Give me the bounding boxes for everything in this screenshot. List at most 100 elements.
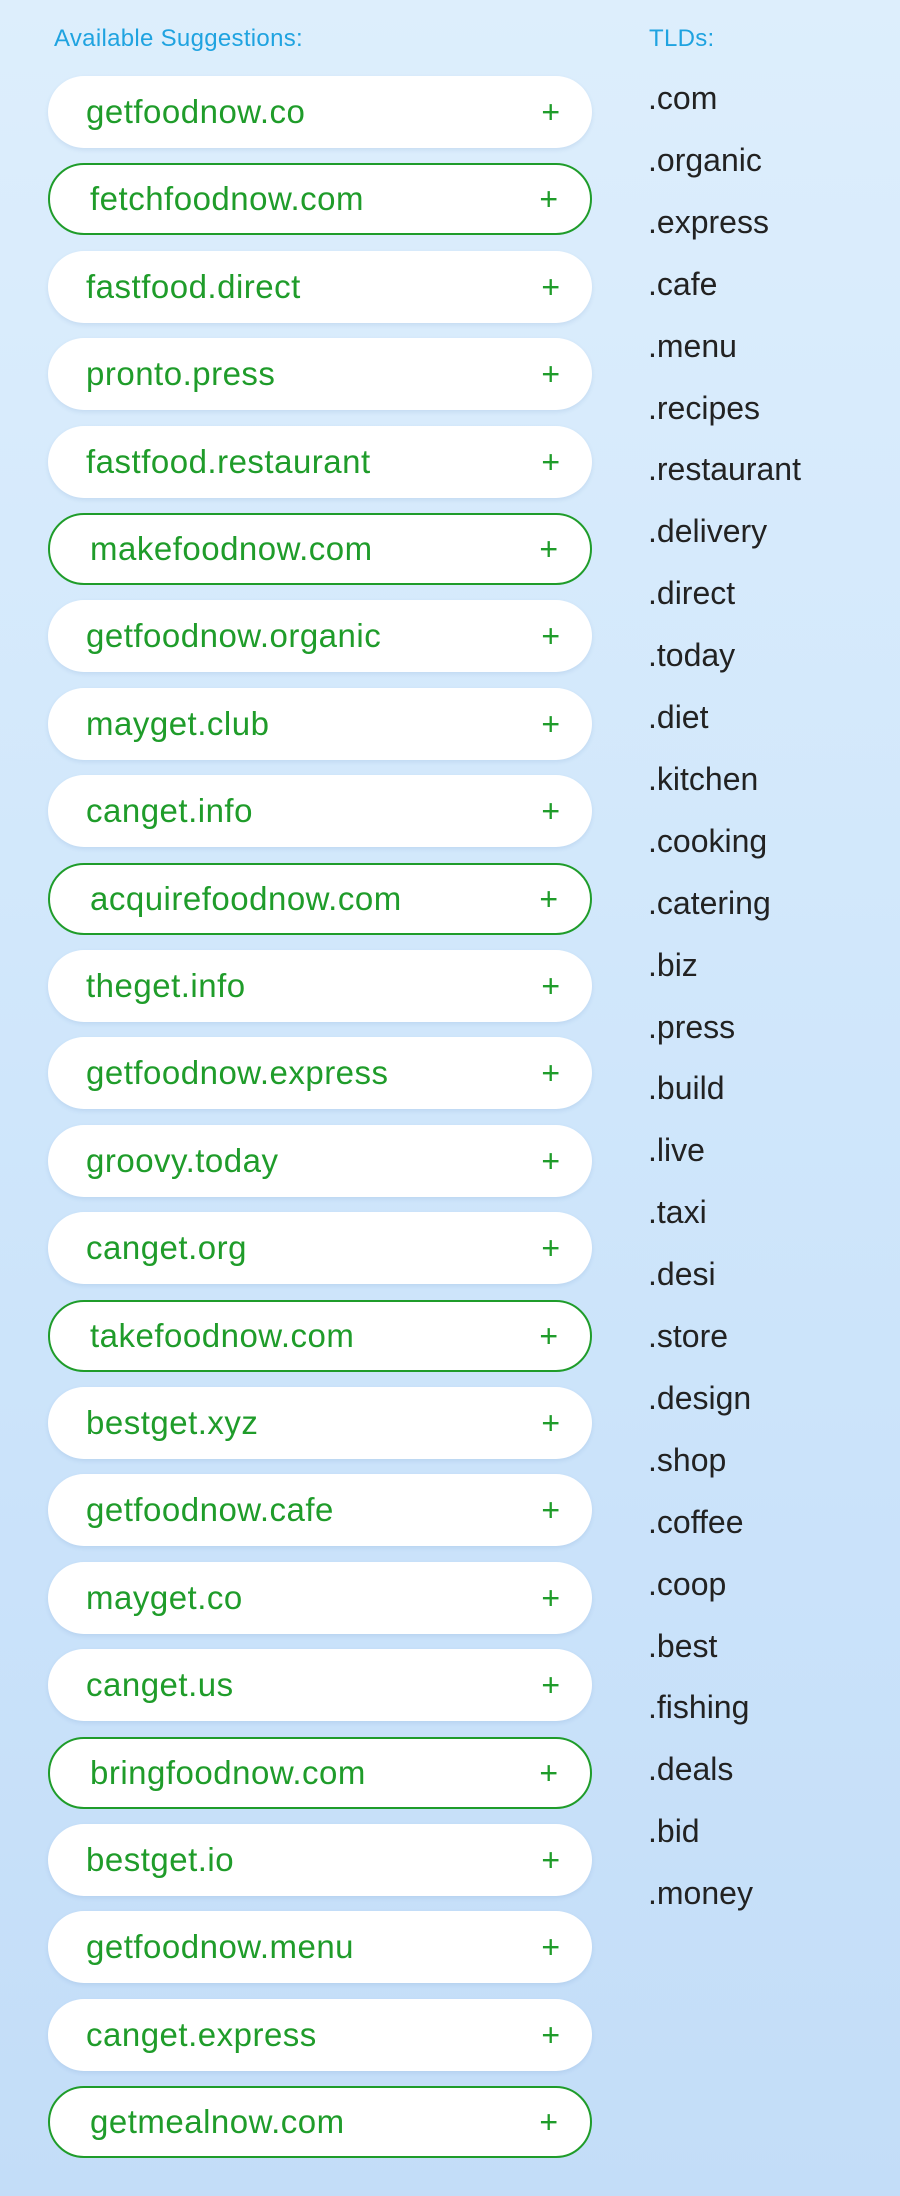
add-icon[interactable]: + bbox=[541, 1931, 560, 1963]
suggestion-label: theget.info bbox=[86, 967, 246, 1004]
add-icon[interactable]: + bbox=[541, 1669, 560, 1701]
add-icon[interactable]: + bbox=[541, 446, 560, 478]
add-icon[interactable]: + bbox=[541, 1844, 560, 1876]
tld-item[interactable]: .express bbox=[648, 204, 769, 241]
suggestion-item[interactable]: fetchfoodnow.com + bbox=[48, 163, 592, 235]
tlds-header: TLDs: bbox=[649, 25, 715, 52]
add-icon[interactable]: + bbox=[541, 2019, 560, 2051]
add-icon[interactable]: + bbox=[541, 1582, 560, 1614]
suggestion-item[interactable]: theget.info + bbox=[48, 950, 592, 1022]
add-icon[interactable]: + bbox=[541, 96, 560, 128]
suggestion-label: pronto.press bbox=[86, 355, 276, 392]
add-icon[interactable]: + bbox=[539, 183, 558, 215]
suggestion-label: canget.org bbox=[86, 1229, 247, 1266]
add-icon[interactable]: + bbox=[539, 1320, 558, 1352]
suggestion-label: makefoodnow.com bbox=[90, 530, 373, 567]
suggestion-item[interactable]: getfoodnow.menu + bbox=[48, 1911, 592, 1983]
suggestion-label: bringfoodnow.com bbox=[90, 1754, 366, 1791]
tld-item[interactable]: .cooking bbox=[648, 823, 767, 860]
tld-item[interactable]: .today bbox=[648, 637, 735, 674]
suggestion-item[interactable]: bringfoodnow.com + bbox=[48, 1737, 592, 1809]
suggestion-item[interactable]: getfoodnow.express + bbox=[48, 1037, 592, 1109]
suggestion-label: fastfood.restaurant bbox=[86, 443, 371, 480]
tld-item[interactable]: .coffee bbox=[648, 1504, 743, 1541]
tld-item[interactable]: .desi bbox=[648, 1256, 716, 1293]
suggestion-item[interactable]: takefoodnow.com + bbox=[48, 1300, 592, 1372]
add-icon[interactable]: + bbox=[541, 795, 560, 827]
add-icon[interactable]: + bbox=[539, 1757, 558, 1789]
tld-item[interactable]: .coop bbox=[648, 1566, 726, 1603]
add-icon[interactable]: + bbox=[541, 1145, 560, 1177]
tld-item[interactable]: .recipes bbox=[648, 390, 760, 427]
suggestion-item[interactable]: pronto.press + bbox=[48, 338, 592, 410]
suggestion-label: getmealnow.com bbox=[90, 2103, 345, 2140]
add-icon[interactable]: + bbox=[541, 358, 560, 390]
tld-item[interactable]: .press bbox=[648, 1009, 735, 1046]
tld-item[interactable]: .fishing bbox=[648, 1689, 749, 1726]
suggestion-item[interactable]: mayget.co + bbox=[48, 1562, 592, 1634]
suggestion-item[interactable]: bestget.xyz + bbox=[48, 1387, 592, 1459]
tld-item[interactable]: .com bbox=[648, 80, 717, 117]
suggestion-item[interactable]: groovy.today + bbox=[48, 1125, 592, 1197]
tld-item[interactable]: .organic bbox=[648, 142, 762, 179]
suggestion-label: getfoodnow.express bbox=[86, 1054, 389, 1091]
add-icon[interactable]: + bbox=[541, 1232, 560, 1264]
tld-item[interactable]: .bid bbox=[648, 1813, 700, 1850]
suggestions-header: Available Suggestions: bbox=[54, 25, 303, 52]
tld-item[interactable]: .delivery bbox=[648, 513, 767, 550]
add-icon[interactable]: + bbox=[541, 970, 560, 1002]
tld-item[interactable]: .direct bbox=[648, 575, 735, 612]
suggestion-label: bestget.xyz bbox=[86, 1404, 259, 1441]
add-icon[interactable]: + bbox=[539, 883, 558, 915]
suggestion-label: mayget.club bbox=[86, 705, 270, 742]
suggestion-label: getfoodnow.menu bbox=[86, 1928, 355, 1965]
add-icon[interactable]: + bbox=[539, 2106, 558, 2138]
tld-item[interactable]: .restaurant bbox=[648, 451, 801, 488]
suggestion-label: acquirefoodnow.com bbox=[90, 880, 402, 917]
tld-item[interactable]: .build bbox=[648, 1070, 725, 1107]
add-icon[interactable]: + bbox=[541, 1494, 560, 1526]
add-icon[interactable]: + bbox=[541, 620, 560, 652]
suggestion-label: groovy.today bbox=[86, 1142, 279, 1179]
add-icon[interactable]: + bbox=[541, 1407, 560, 1439]
suggestion-item[interactable]: canget.express + bbox=[48, 1999, 592, 2071]
tld-item[interactable]: .menu bbox=[648, 328, 737, 365]
tld-item[interactable]: .best bbox=[648, 1628, 717, 1665]
suggestion-item[interactable]: acquirefoodnow.com + bbox=[48, 863, 592, 935]
suggestion-item[interactable]: canget.org + bbox=[48, 1212, 592, 1284]
suggestion-item[interactable]: canget.info + bbox=[48, 775, 592, 847]
suggestion-item[interactable]: getfoodnow.organic + bbox=[48, 600, 592, 672]
suggestion-label: canget.us bbox=[86, 1666, 234, 1703]
suggestion-item[interactable]: getfoodnow.co + bbox=[48, 76, 592, 148]
tld-item[interactable]: .cafe bbox=[648, 266, 717, 303]
suggestion-label: getfoodnow.cafe bbox=[86, 1491, 334, 1528]
add-icon[interactable]: + bbox=[541, 271, 560, 303]
tld-item[interactable]: .live bbox=[648, 1132, 705, 1169]
add-icon[interactable]: + bbox=[541, 708, 560, 740]
tld-item[interactable]: .design bbox=[648, 1380, 751, 1417]
suggestion-item[interactable]: mayget.club + bbox=[48, 688, 592, 760]
tld-item[interactable]: .money bbox=[648, 1875, 753, 1912]
suggestion-item[interactable]: fastfood.direct + bbox=[48, 251, 592, 323]
suggestion-label: getfoodnow.co bbox=[86, 93, 306, 130]
suggestion-item[interactable]: canget.us + bbox=[48, 1649, 592, 1721]
suggestion-label: takefoodnow.com bbox=[90, 1317, 355, 1354]
tld-item[interactable]: .kitchen bbox=[648, 761, 758, 798]
suggestion-item[interactable]: fastfood.restaurant + bbox=[48, 426, 592, 498]
suggestion-item[interactable]: getfoodnow.cafe + bbox=[48, 1474, 592, 1546]
tld-item[interactable]: .taxi bbox=[648, 1194, 707, 1231]
tld-item[interactable]: .catering bbox=[648, 885, 771, 922]
add-icon[interactable]: + bbox=[539, 533, 558, 565]
tld-item[interactable]: .diet bbox=[648, 699, 708, 736]
tld-item[interactable]: .deals bbox=[648, 1751, 733, 1788]
suggestion-item[interactable]: makefoodnow.com + bbox=[48, 513, 592, 585]
add-icon[interactable]: + bbox=[541, 1057, 560, 1089]
suggestion-label: canget.express bbox=[86, 2016, 317, 2053]
suggestion-item[interactable]: getmealnow.com + bbox=[48, 2086, 592, 2158]
tld-item[interactable]: .biz bbox=[648, 947, 698, 984]
suggestion-label: canget.info bbox=[86, 792, 253, 829]
tld-item[interactable]: .shop bbox=[648, 1442, 726, 1479]
tld-item[interactable]: .store bbox=[648, 1318, 728, 1355]
suggestion-label: getfoodnow.organic bbox=[86, 617, 382, 654]
suggestion-item[interactable]: bestget.io + bbox=[48, 1824, 592, 1896]
